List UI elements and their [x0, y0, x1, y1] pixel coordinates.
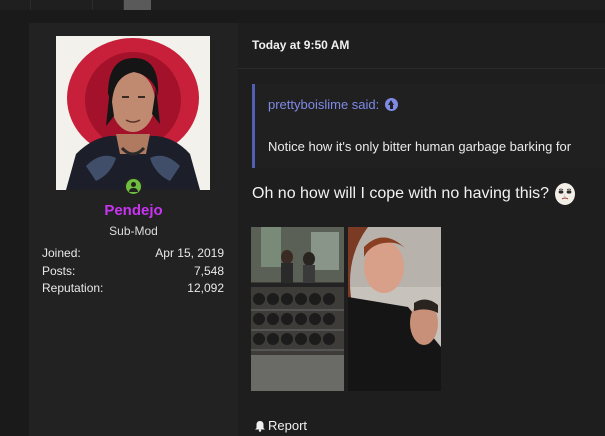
quote-block: prettyboislime said: Notice how it's onl… [252, 84, 605, 168]
stat-row-posts: Posts: 7,548 [42, 263, 224, 281]
arrow-up-circle-icon[interactable] [385, 98, 399, 111]
avatar[interactable] [56, 36, 210, 190]
nav-segment[interactable] [31, 0, 93, 10]
stat-row-joined: Joined: Apr 15, 2019 [42, 245, 224, 263]
nav-segment[interactable] [0, 0, 31, 10]
message-text: Oh no how will I cope with no having thi… [252, 185, 550, 202]
post-message: Oh no how will I cope with no having thi… [252, 182, 577, 206]
nav-segment[interactable] [93, 0, 124, 10]
mask-emoji-icon [555, 183, 576, 205]
username[interactable]: Pendejo [29, 202, 238, 219]
stat-value: 7,548 [193, 263, 224, 278]
stat-value: Apr 15, 2019 [155, 246, 224, 260]
report-label: Report [268, 418, 308, 433]
online-user-icon [124, 177, 143, 196]
quote-author-label: prettyboislime said: [268, 97, 380, 112]
bell-icon [255, 420, 265, 432]
stat-label: Joined: [42, 246, 81, 260]
stat-row-reputation: Reputation: 12,092 [42, 280, 224, 298]
post-date[interactable]: Today at 9:50 AM [252, 38, 349, 52]
divider [238, 68, 605, 69]
user-title: Sub-Mod [109, 224, 158, 238]
stat-label: Posts: [42, 263, 76, 278]
report-button[interactable]: Report [254, 418, 307, 433]
stat-value: 12,092 [187, 281, 224, 295]
stat-label: Reputation: [42, 281, 104, 295]
user-stats: Joined: Apr 15, 2019 Posts: 7,548 Reputa… [42, 245, 224, 298]
quote-text: Notice how it's only bitter human garbag… [268, 139, 572, 154]
nav-active-tab[interactable] [124, 0, 151, 10]
top-nav-bar [0, 0, 605, 10]
attached-photo-selfie[interactable] [348, 227, 441, 391]
quote-author-link[interactable]: prettyboislime said: [268, 97, 399, 112]
attached-photo-gym[interactable] [251, 227, 344, 391]
